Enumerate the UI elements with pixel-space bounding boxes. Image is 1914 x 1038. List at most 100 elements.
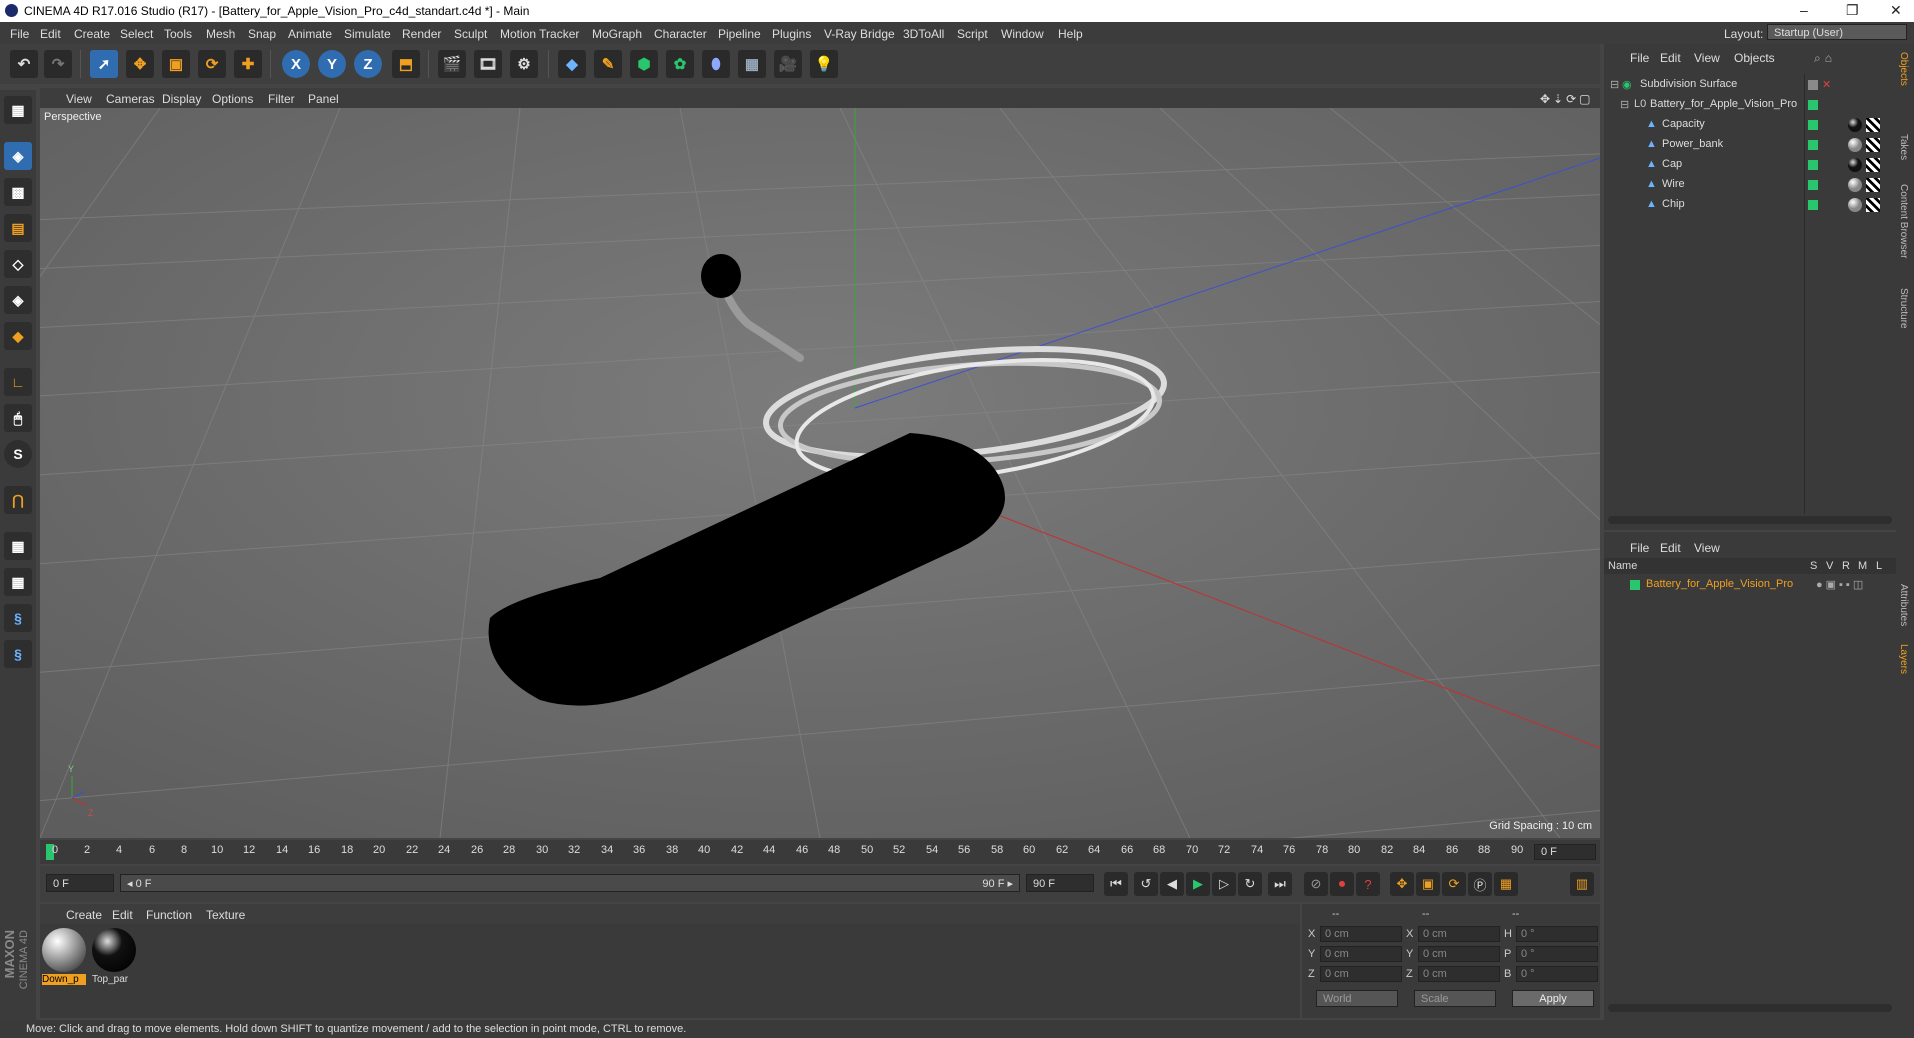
make-editable-icon[interactable]: ▦	[4, 96, 32, 124]
material-tag-icon[interactable]	[1848, 138, 1862, 152]
pen-spline-icon[interactable]: ✎	[594, 50, 622, 78]
menu-render[interactable]: Render	[402, 27, 441, 41]
next-frame-icon[interactable]: ▷	[1212, 872, 1236, 896]
object-menu-edit[interactable]: Edit	[1660, 51, 1681, 65]
transform-icon[interactable]: ✚	[234, 50, 262, 78]
size-x-field[interactable]: 0 cm	[1418, 926, 1500, 942]
object-menu-file[interactable]: File	[1630, 51, 1649, 65]
redo-icon[interactable]: ↷	[44, 50, 72, 78]
material-menu-function[interactable]: Function	[146, 908, 192, 922]
texture-mode-icon[interactable]: ▩	[4, 178, 32, 206]
material-swatch[interactable]	[42, 928, 86, 972]
position-z-field[interactable]: 0 cm	[1320, 966, 1402, 982]
object-menu-view[interactable]: View	[1694, 51, 1720, 65]
texture-tag-icon[interactable]	[1866, 178, 1880, 192]
material-menu-texture[interactable]: Texture	[206, 908, 245, 922]
menu-pipeline[interactable]: Pipeline	[718, 27, 761, 41]
material-tag-icon[interactable]	[1848, 118, 1862, 132]
tab-layers[interactable]: Layers	[1898, 644, 1909, 674]
perspective-viewport[interactable]: Perspective Y Z Grid Spacing : 10 cm	[40, 108, 1600, 838]
viewport-menu-display[interactable]: Display	[162, 92, 201, 106]
position-x-field[interactable]: 0 cm	[1320, 926, 1402, 942]
layer-menu-file[interactable]: File	[1630, 541, 1649, 555]
tweak-mode-icon[interactable]: 🖱	[4, 404, 32, 432]
apply-button[interactable]: Apply	[1512, 990, 1594, 1007]
material-menu-edit[interactable]: Edit	[112, 908, 133, 922]
position-y-field[interactable]: 0 cm	[1320, 946, 1402, 962]
prev-frame-icon[interactable]: ◀	[1160, 872, 1184, 896]
object-search-icon[interactable]: ⌕⌂	[1814, 51, 1836, 66]
layer-color-tag[interactable]	[1808, 180, 1818, 190]
key-rotation-icon[interactable]: ⟳	[1442, 872, 1466, 896]
tab-content-browser[interactable]: Content Browser	[1898, 184, 1909, 258]
timeline-end-field[interactable]: 0 F	[1534, 844, 1596, 860]
layer-color-tag[interactable]	[1808, 120, 1818, 130]
material-tag-icon[interactable]	[1848, 178, 1862, 192]
texture-tag-icon[interactable]	[1866, 138, 1880, 152]
cube-object-icon[interactable]: ◆	[558, 50, 586, 78]
menu-edit[interactable]: Edit	[40, 27, 61, 41]
floor-icon[interactable]: ▦	[738, 50, 766, 78]
minimize-button[interactable]: –	[1800, 2, 1808, 18]
python-script-icon[interactable]: §	[4, 640, 32, 668]
expand-icon[interactable]: ⊟	[1620, 98, 1629, 111]
expand-icon[interactable]: ⊟	[1610, 78, 1619, 91]
layer-toggle-icons[interactable]: ●▣▪▪◫	[1816, 578, 1866, 591]
menu-simulate[interactable]: Simulate	[344, 27, 391, 41]
render-settings-icon[interactable]: ⚙	[510, 50, 538, 78]
record-icon[interactable]: ⏺	[1330, 872, 1354, 896]
material-label[interactable]: Top_par	[92, 974, 136, 985]
layer-color-tag[interactable]	[1808, 160, 1818, 170]
menu-animate[interactable]: Animate	[288, 27, 332, 41]
model-mode-icon[interactable]: ◈	[4, 142, 32, 170]
go-to-end-icon[interactable]: ⏭	[1268, 872, 1292, 896]
coord-system-dropdown[interactable]: World	[1316, 990, 1398, 1007]
camera-icon[interactable]: 🎥	[774, 50, 802, 78]
play-icon[interactable]: ▶	[1186, 872, 1210, 896]
material-tag-icon[interactable]	[1848, 198, 1862, 212]
timeline-ruler[interactable]: 0 2 4 6 8 10 12 14 16 18 20 22 24 26 28 …	[40, 840, 1600, 864]
menu-sculpt[interactable]: Sculpt	[454, 27, 487, 41]
material-menu-create[interactable]: Create	[66, 908, 102, 922]
menu-file[interactable]: File	[10, 27, 29, 41]
layer-row[interactable]: Battery_for_Apple_Vision_Pro ●▣▪▪◫	[1604, 576, 1896, 594]
layer-menu-view[interactable]: View	[1694, 541, 1720, 555]
deformer-icon[interactable]: ⬮	[702, 50, 730, 78]
workplane-icon[interactable]: ▤	[4, 214, 32, 242]
go-to-start-icon[interactable]: ⏮	[1104, 872, 1128, 896]
y-axis-lock-icon[interactable]: Y	[318, 50, 346, 78]
menu-3dtoall[interactable]: 3DToAll	[903, 27, 944, 41]
move-icon[interactable]: ✥	[126, 50, 154, 78]
viewport-menu-view[interactable]: View	[66, 92, 92, 106]
layer-menu-edit[interactable]: Edit	[1660, 541, 1681, 555]
viewport-nav-icons[interactable]: ✥⇣⟳▢	[1540, 92, 1594, 106]
undo-icon[interactable]: ↶	[10, 50, 38, 78]
restore-button[interactable]: ❐	[1846, 2, 1859, 19]
menu-select[interactable]: Select	[120, 27, 153, 41]
tab-attributes[interactable]: Attributes	[1898, 584, 1909, 626]
viewport-menu-cameras[interactable]: Cameras	[106, 92, 155, 106]
layer-scrollbar[interactable]	[1608, 1004, 1892, 1012]
polygons-mode-icon[interactable]: ◆	[4, 322, 32, 350]
size-z-field[interactable]: 0 cm	[1418, 966, 1500, 982]
menu-vray-bridge[interactable]: V-Ray Bridge	[824, 27, 895, 41]
menu-motion-tracker[interactable]: Motion Tracker	[500, 27, 579, 41]
points-mode-icon[interactable]: ◇	[4, 250, 32, 278]
menu-script[interactable]: Script	[957, 27, 988, 41]
menu-window[interactable]: Window	[1001, 27, 1044, 41]
size-y-field[interactable]: 0 cm	[1418, 946, 1500, 962]
texture-tag-icon[interactable]	[1866, 198, 1880, 212]
record-disabled-icon[interactable]: ⊘	[1304, 872, 1328, 896]
next-key-icon[interactable]: ↻	[1238, 872, 1262, 896]
snap-magnet-icon[interactable]: ⋂	[4, 486, 32, 514]
viewport-menu-panel[interactable]: Panel	[308, 92, 339, 106]
light-icon[interactable]: 💡	[810, 50, 838, 78]
subdivision-surface-icon[interactable]: ⬢	[630, 50, 658, 78]
material-label[interactable]: Down_p	[42, 974, 86, 985]
object-menu-objects[interactable]: Objects	[1734, 51, 1775, 65]
texture-tag-icon[interactable]	[1866, 118, 1880, 132]
python-icon[interactable]: §	[4, 604, 32, 632]
tab-objects[interactable]: Objects	[1898, 52, 1909, 86]
render-view-icon[interactable]: 🎬	[438, 50, 466, 78]
object-row[interactable]: ▲ Capacity	[1604, 116, 1896, 134]
